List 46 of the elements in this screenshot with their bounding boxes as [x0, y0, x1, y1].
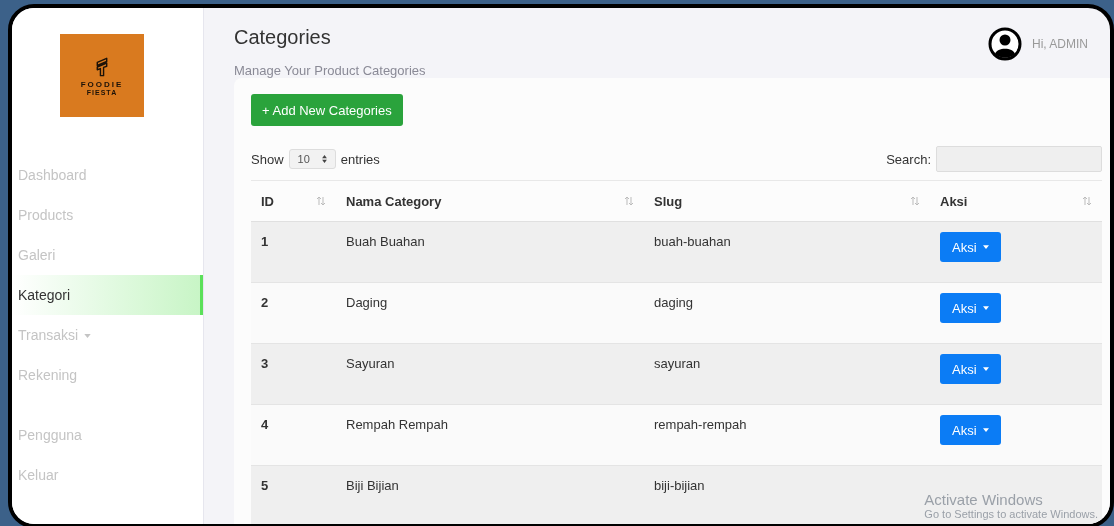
- column-header[interactable]: Slug: [644, 180, 930, 222]
- table-cell: Biji Bijian: [336, 465, 644, 524]
- table-cell: Daging: [336, 282, 644, 344]
- table-cell: Buah Buahan: [336, 221, 644, 283]
- table-cell: Sayuran: [336, 343, 644, 405]
- table-cell: 4: [251, 404, 336, 466]
- caret-icon: [982, 428, 989, 432]
- search-field[interactable]: [936, 146, 1102, 172]
- table-cell: 2: [251, 282, 336, 344]
- table-cell: 3: [251, 343, 336, 405]
- table-cell: rempah-rempah: [644, 404, 930, 466]
- sort-icon[interactable]: [1082, 196, 1092, 206]
- sort-icon[interactable]: [624, 196, 634, 206]
- action-dropdown-button[interactable]: Aksi: [940, 232, 1001, 262]
- column-header[interactable]: Nama Category: [336, 180, 644, 222]
- table-cell: sayuran: [644, 343, 930, 405]
- sort-icon[interactable]: [316, 196, 326, 206]
- column-header[interactable]: Aksi: [930, 180, 1102, 222]
- logo-mark-icon: [94, 55, 110, 78]
- table-cell: 1: [251, 221, 336, 283]
- sort-icon[interactable]: [910, 196, 920, 206]
- search-label: Search:: [886, 151, 931, 167]
- logo-title: FOODIE: [80, 79, 124, 89]
- add-category-button[interactable]: + Add New Categories: [251, 94, 403, 126]
- table-cell: buah-buahan: [644, 221, 930, 283]
- caret-icon: [982, 245, 989, 249]
- activation-notice-title: Activate Windows: [924, 491, 1044, 508]
- caret-icon: [982, 367, 989, 371]
- action-dropdown-button[interactable]: Aksi: [940, 354, 1001, 384]
- caret-icon: [84, 334, 92, 339]
- column-header[interactable]: ID: [251, 180, 336, 222]
- entries-label: entries: [340, 151, 380, 167]
- user-avatar-icon[interactable]: [988, 27, 1022, 61]
- caret-icon: [982, 306, 989, 310]
- action-dropdown-button[interactable]: Aksi: [940, 293, 1001, 323]
- page-subtitle: Manage Your Product Categories: [234, 63, 426, 78]
- action-dropdown-button[interactable]: Aksi: [940, 415, 1001, 445]
- page-title: Categories: [234, 26, 332, 49]
- table-cell: daging: [644, 282, 930, 344]
- up-down-arrows-icon: [321, 155, 327, 163]
- entries-select[interactable]: 10: [288, 149, 336, 169]
- show-label: Show: [251, 151, 284, 167]
- table-cell: 5: [251, 465, 336, 524]
- user-greeting: Hi, ADMIN: [1032, 37, 1088, 51]
- table-cell: Rempah Rempah: [336, 404, 644, 466]
- activation-notice-text: Go to Settings to activate Windows.: [924, 508, 1098, 520]
